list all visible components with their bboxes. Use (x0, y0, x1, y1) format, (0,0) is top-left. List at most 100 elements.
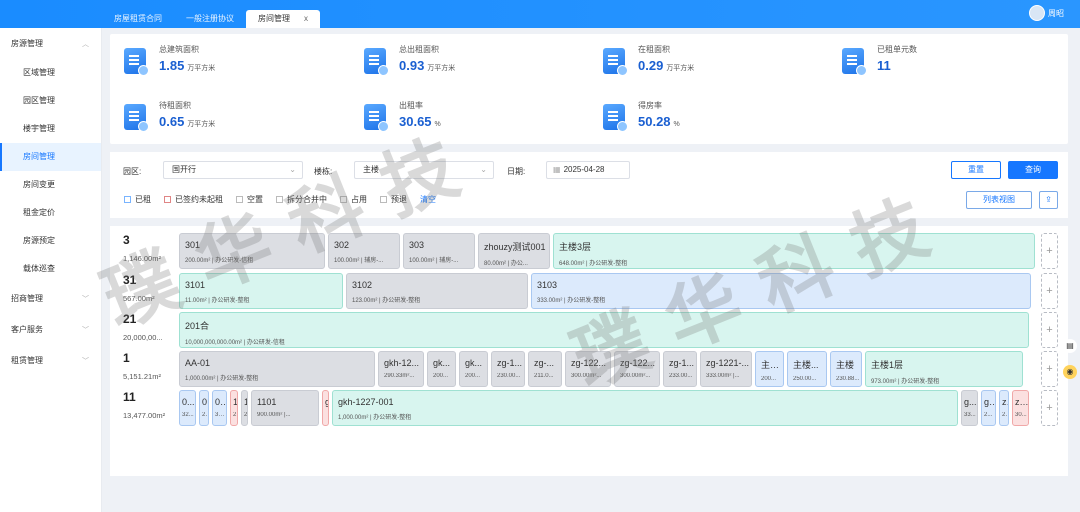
room-unit[interactable]: zg-122... 300.00m²... (614, 351, 660, 387)
room-unit[interactable]: zhouzy测试001 80.00m² | 办公... (478, 233, 550, 269)
room-unit[interactable]: 主楼3层 648.00m² | 办公研发-整租 (553, 233, 1035, 269)
room-unit[interactable]: gk... 200... (459, 351, 488, 387)
legend-split-merge[interactable]: 拆分合并中 (276, 194, 327, 205)
checkbox[interactable] (164, 196, 171, 203)
room-unit[interactable]: AA-01 1,000.00m² | 办公研发-整租 (179, 351, 375, 387)
menu-group-leasing[interactable]: 租赁管理 ﹀ (0, 345, 101, 376)
sidebar-item-room[interactable]: 房间管理 (0, 143, 101, 171)
export-icon[interactable]: ⇪ (1039, 191, 1058, 209)
room-unit[interactable]: 0... 2... (199, 390, 209, 426)
stat-occupancy-rate: 出租率 30.65% (350, 100, 550, 140)
room-unit[interactable]: 1... 2... (230, 390, 238, 426)
sidebar-item-rent-pricing[interactable]: 租金定价 (0, 199, 101, 227)
room-unit[interactable]: 301 200.00m² | 办公研发-信租 (179, 233, 325, 269)
room-unit[interactable]: gkh-12... 290.33m²... (378, 351, 424, 387)
room-unit[interactable]: g... (322, 390, 329, 426)
chevron-down-icon: ﹀ (82, 326, 89, 334)
checkbox[interactable] (380, 196, 387, 203)
room-unit[interactable]: zg-122... 300.00m²... (565, 351, 611, 387)
room-unit[interactable]: 3102 123.00m² | 办公研发-整租 (346, 273, 528, 309)
tab-room-management[interactable]: 房间管理 x (246, 10, 320, 28)
room-name: 201合 (185, 321, 210, 331)
room-unit[interactable]: zl... 30... (1012, 390, 1029, 426)
sidebar-item-building[interactable]: 楼宇管理 (0, 115, 101, 143)
add-room-button[interactable]: + (1041, 312, 1058, 348)
checkbox[interactable] (276, 196, 283, 203)
room-unit[interactable]: 0... 32... (179, 390, 196, 426)
room-unit[interactable]: gk... 200... (427, 351, 456, 387)
legend-pre-return[interactable]: 预退 (380, 194, 407, 205)
add-room-button[interactable]: + (1041, 351, 1058, 387)
room-info: 123.00m² | 办公研发-整租 (352, 298, 421, 304)
building-select[interactable]: 主楼 ⌄ (354, 161, 494, 179)
menu-group-property[interactable]: 房源管理 ︿ (0, 28, 101, 59)
assistant-icon[interactable]: ◉ (1063, 365, 1077, 379)
add-room-button[interactable]: + (1041, 273, 1058, 309)
tab-registration-agreement[interactable]: 一般注册协议 (174, 10, 246, 28)
legend-vacant[interactable]: 空置 (236, 194, 263, 205)
main-content: 总建筑面积 1.85 万平方米 总出租面积 0.93 万平方米 在租面积 0.29 万… (110, 34, 1068, 476)
legend-occupied[interactable]: 占用 (340, 194, 367, 205)
stat-value: 30.65% (399, 114, 441, 129)
tab-label: 房间管理 (258, 14, 290, 23)
room-unit[interactable]: zg-... 211.0... (528, 351, 562, 387)
sidebar-item-room-change[interactable]: 房间变更 (0, 171, 101, 199)
user-menu[interactable]: 周昭 (1029, 5, 1064, 21)
date-label: 日期: (507, 167, 526, 176)
room-info: 30... (215, 412, 226, 418)
list-view-button[interactable]: 列表视图 (966, 191, 1032, 209)
room-unit[interactable]: 303 100.00m² | 辅房-... (403, 233, 475, 269)
add-room-button[interactable]: + (1041, 233, 1058, 269)
search-button[interactable]: 查询 (1008, 161, 1058, 179)
room-unit[interactable]: zg-1221-... 333.00m² |... (700, 351, 752, 387)
room-info: 2... (244, 412, 247, 418)
room-unit[interactable]: g... 33... (961, 390, 978, 426)
room-unit[interactable]: 1... 2... (241, 390, 248, 426)
menu-group-label: 客户服务 (11, 325, 43, 334)
clear-link[interactable]: 清空 (420, 194, 436, 205)
room-unit[interactable]: 201合 10,000,000,000.00m² | 办公研发-信租 (179, 312, 1029, 348)
tab-lease-contract[interactable]: 房屋租赁合同 (102, 10, 174, 28)
room-unit[interactable]: z... 2... (999, 390, 1009, 426)
park-select[interactable]: 国开行 ⌄ (163, 161, 303, 179)
room-unit[interactable]: 302 100.00m² | 辅房-... (328, 233, 400, 269)
legend-signed-not-started[interactable]: 已签约未起租 (164, 194, 223, 205)
room-info: 200... (465, 373, 481, 379)
room-unit[interactable]: zg-1... 230.00... (491, 351, 525, 387)
room-info: 2... (233, 412, 237, 418)
close-icon[interactable]: x (304, 14, 308, 23)
room-info: 2... (202, 412, 208, 418)
room-unit[interactable]: 主楼... 200... (755, 351, 784, 387)
room-info: 32... (182, 412, 194, 418)
stat-label: 出租率 (399, 101, 423, 110)
room-unit[interactable]: zg-1... 233.00... (663, 351, 697, 387)
book-icon[interactable]: ▤ (1063, 339, 1077, 353)
room-unit[interactable]: 主楼1层 973.00m² | 办公研发-整租 (865, 351, 1023, 387)
room-unit[interactable]: 主楼 230.88... (830, 351, 862, 387)
legend-leased[interactable]: 已租 (124, 194, 151, 205)
chevron-down-icon: ⌄ (289, 165, 296, 174)
room-unit[interactable]: 3103 333.00m² | 办公研发-整租 (531, 273, 1031, 309)
checkbox[interactable] (236, 196, 243, 203)
date-picker[interactable]: ▦ 2025-04-28 (546, 161, 630, 179)
room-unit[interactable]: 主楼... 250.00... (787, 351, 827, 387)
room-unit[interactable]: g... 2... (981, 390, 996, 426)
room-unit[interactable]: 3101 11.00m² | 办公研发-整租 (179, 273, 343, 309)
room-unit[interactable]: gkh-1227-001 1,000.00m² | 办公研发-整租 (332, 390, 958, 426)
checkbox[interactable] (124, 196, 131, 203)
room-info: 80.00m² | 办公... (484, 261, 528, 267)
reset-button[interactable]: 重置 (951, 161, 1001, 179)
room-unit[interactable]: 1101 900.00m² |... (251, 390, 319, 426)
room-unit[interactable]: 0... 30... (212, 390, 227, 426)
document-icon (364, 104, 389, 132)
menu-group-investment[interactable]: 招商管理 ﹀ (0, 283, 101, 314)
sidebar-item-inspection[interactable]: 载体巡查 (0, 255, 101, 283)
checkbox[interactable] (340, 196, 347, 203)
sidebar-item-region[interactable]: 区域管理 (0, 59, 101, 87)
stat-leased-area: 在租面积 0.29 万平方米 (589, 44, 789, 84)
sidebar-item-park[interactable]: 园区管理 (0, 87, 101, 115)
add-room-button[interactable]: + (1041, 390, 1058, 426)
menu-group-customer-service[interactable]: 客户服务 ﹀ (0, 314, 101, 345)
sidebar-item-reservation[interactable]: 房源预定 (0, 227, 101, 255)
stat-vacant-area: 待租面积 0.65 万平方米 (110, 100, 310, 140)
